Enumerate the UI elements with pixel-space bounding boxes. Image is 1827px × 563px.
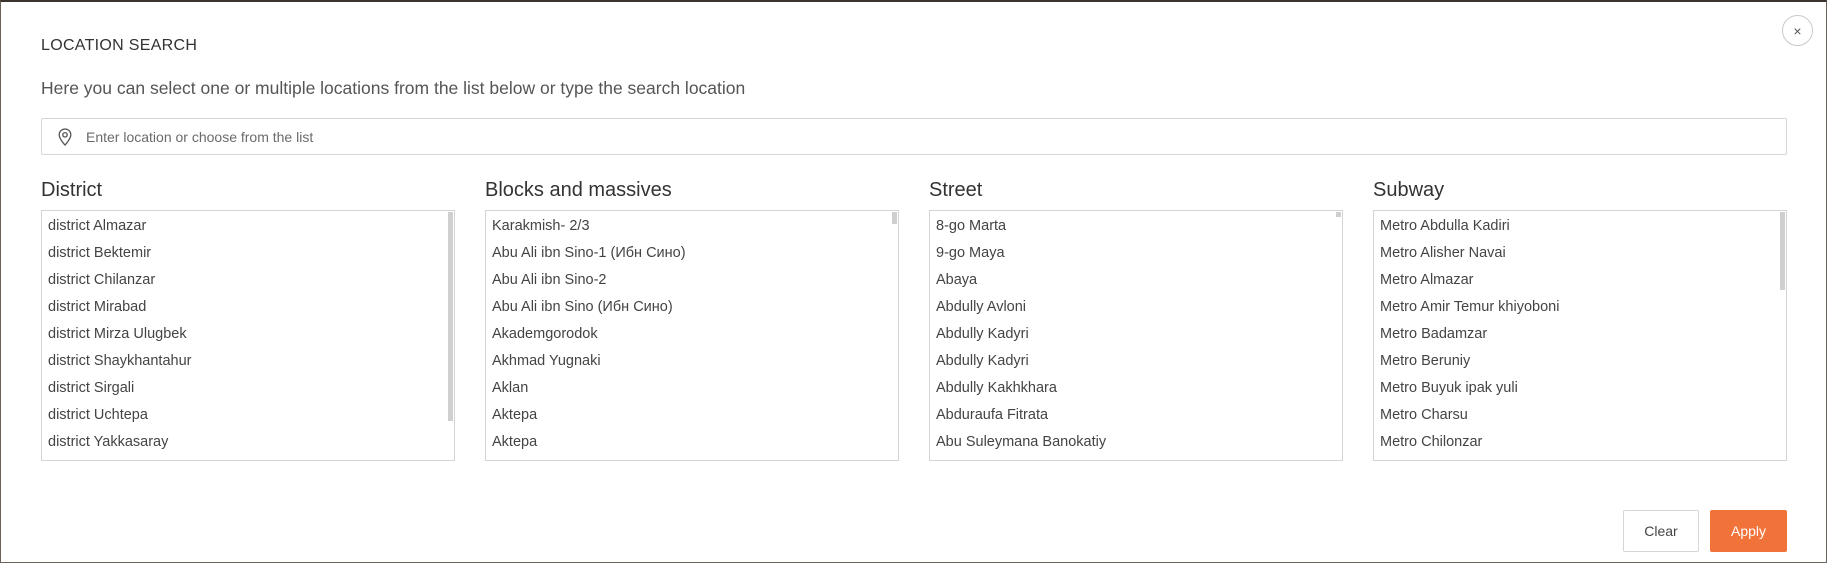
list-item[interactable]: district Bektemir	[42, 240, 454, 267]
list-item[interactable]: Abu Ali ibn Sino (Ибн Сино)	[486, 294, 898, 321]
list-item[interactable]: district Chilanzar	[42, 267, 454, 294]
close-icon: ×	[1793, 22, 1802, 39]
apply-button[interactable]: Apply	[1710, 510, 1787, 552]
dialog-title: LOCATION SEARCH	[41, 37, 198, 54]
list-item[interactable]: Metro Badamzar	[1374, 321, 1786, 348]
list-item[interactable]: Abdully Kakhkhara	[930, 375, 1342, 402]
list-item[interactable]: Aktepa	[486, 429, 898, 456]
list-item[interactable]: Metro Charsu	[1374, 402, 1786, 429]
subway-column: Subway Metro Abdulla Kadiri Metro Alishe…	[1373, 178, 1787, 461]
list-item[interactable]: Metro Amir Temur khiyoboni	[1374, 294, 1786, 321]
list-item[interactable]: 8-go Marta	[930, 213, 1342, 240]
list-item[interactable]: Metro Chilonzar	[1374, 429, 1786, 456]
list-item[interactable]: district Uchtepa	[42, 402, 454, 429]
list-item[interactable]: Metro Alisher Navai	[1374, 240, 1786, 267]
list-item[interactable]: Abaya	[930, 267, 1342, 294]
list-item[interactable]: district Sirgali	[42, 375, 454, 402]
district-scrollbar[interactable]	[448, 212, 453, 421]
blocks-scrollbar[interactable]	[892, 212, 897, 224]
list-item[interactable]: Akhmad Yugnaki	[486, 348, 898, 375]
clear-button[interactable]: Clear	[1623, 510, 1699, 552]
subway-list[interactable]: Metro Abdulla Kadiri Metro Alisher Navai…	[1373, 210, 1787, 461]
list-item[interactable]: Aklan	[486, 375, 898, 402]
list-item[interactable]: Abu Ali ibn Sino-1 (Ибн Сино)	[486, 240, 898, 267]
search-input[interactable]	[82, 120, 1786, 153]
list-item[interactable]: 9-go Maya	[930, 240, 1342, 267]
close-button[interactable]: ×	[1782, 15, 1813, 46]
list-item[interactable]: Metro Almazar	[1374, 267, 1786, 294]
list-item[interactable]: Abdully Kadyri	[930, 348, 1342, 375]
list-item[interactable]: Karakmish- 2/3	[486, 213, 898, 240]
dialog-subtitle: Here you can select one or multiple loca…	[41, 78, 746, 98]
list-item[interactable]: district Yakkasaray	[42, 429, 454, 456]
list-item[interactable]: Metro Abdulla Kadiri	[1374, 213, 1786, 240]
list-item[interactable]: district Shaykhantahur	[42, 348, 454, 375]
street-list[interactable]: 8-go Marta 9-go Maya Abaya Abdully Avlon…	[929, 210, 1343, 461]
list-item[interactable]: district Almazar	[42, 213, 454, 240]
district-list[interactable]: district Almazar district Bektemir distr…	[41, 210, 455, 461]
blocks-list[interactable]: Karakmish- 2/3 Abu Ali ibn Sino-1 (Ибн С…	[485, 210, 899, 461]
list-item[interactable]: district Mirza Ulugbek	[42, 321, 454, 348]
list-item[interactable]: district Mirabad	[42, 294, 454, 321]
list-item[interactable]: Metro Beruniy	[1374, 348, 1786, 375]
list-item[interactable]: Abu Ali ibn Sino-2	[486, 267, 898, 294]
district-column: District district Almazar district Bekte…	[41, 178, 455, 461]
list-item[interactable]: Akademgorodok	[486, 321, 898, 348]
list-item[interactable]: Abduraufa Fitrata	[930, 402, 1342, 429]
subway-scrollbar[interactable]	[1780, 212, 1785, 290]
blocks-title: Blocks and massives	[485, 179, 672, 201]
list-item[interactable]: Abdully Kadyri	[930, 321, 1342, 348]
street-column: Street 8-go Marta 9-go Maya Abaya Abdull…	[929, 178, 1343, 461]
list-item[interactable]: Aktepa	[486, 402, 898, 429]
list-item[interactable]: Abu Suleymana Banokatiy	[930, 429, 1342, 456]
street-title: Street	[929, 179, 983, 201]
location-search-dialog: × LOCATION SEARCH Here you can select on…	[0, 0, 1827, 563]
list-item[interactable]: Metro Buyuk ipak yuli	[1374, 375, 1786, 402]
list-item[interactable]: Abdully Avloni	[930, 294, 1342, 321]
street-scrollbar[interactable]	[1336, 212, 1341, 217]
map-pin-icon	[48, 119, 82, 154]
district-title: District	[41, 179, 103, 201]
subway-title: Subway	[1373, 179, 1445, 201]
search-bar	[41, 118, 1787, 155]
blocks-column: Blocks and massives Karakmish- 2/3 Abu A…	[485, 178, 899, 461]
